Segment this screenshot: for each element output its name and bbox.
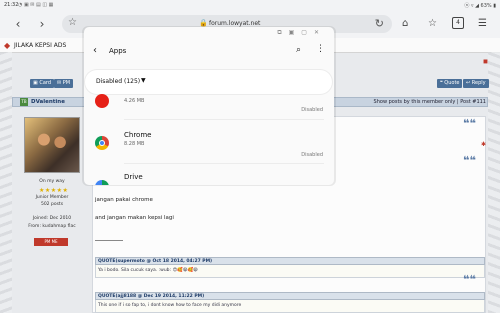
- notification-icons: ◔ ▣ ✉ ▤ ◫ ▦: [18, 2, 54, 8]
- quote-header: QUOTE(supermoto @ Oct 18 2014, 04:27 PM): [95, 257, 485, 265]
- app-status: Disabled: [301, 152, 323, 158]
- avatar[interactable]: [24, 117, 80, 173]
- background-pattern-left: [0, 52, 12, 313]
- reply-label: Reply: [471, 80, 486, 86]
- bookmark-star-icon[interactable]: ☆: [68, 17, 77, 28]
- multiquote-icon[interactable]: ❝❝: [463, 117, 476, 130]
- popup-header: ‹ Apps ⌕ ⋮: [84, 40, 334, 64]
- popup-title: Apps: [109, 47, 127, 55]
- background-pattern-right: [488, 52, 500, 313]
- card-label: Card: [39, 80, 52, 86]
- reply-button[interactable]: ↩ Reply: [463, 79, 489, 88]
- tab-switcher-button[interactable]: 4: [452, 17, 464, 29]
- post-report-icon[interactable]: ✱: [481, 141, 486, 148]
- window-controls[interactable]: ⧉▣▢✕: [277, 29, 326, 37]
- more-options-icon[interactable]: ⋮: [316, 44, 325, 54]
- status-bar: 21:32 ◔ ▣ ✉ ▤ ◫ ▦ ⓝ ▿ ◢ 63% ▮: [0, 0, 500, 10]
- quote-content: Ya i bodo. Sila cucuk saya. :wub: 😍🥰😁🥰😁: [95, 265, 485, 278]
- user-post-count: 502 posts: [40, 202, 64, 207]
- quote-content-2: This one if i so fap to, i dont know how…: [95, 300, 485, 313]
- status-time: 21:32: [4, 2, 19, 8]
- reload-icon[interactable]: ↻: [375, 17, 384, 30]
- app-name: Drive: [124, 173, 143, 181]
- youtube-app-icon: [95, 94, 109, 108]
- divider: [124, 119, 324, 120]
- drive-app-icon: [95, 180, 109, 185]
- user-rank: Junior Member: [35, 195, 69, 200]
- quote-label: Quote: [444, 80, 460, 86]
- show-posts-link[interactable]: Show posts by this member only | Post #1…: [374, 99, 486, 105]
- bookmarks-icon[interactable]: ☆: [428, 18, 437, 29]
- user-joined: Joined: Dec 2010: [32, 216, 72, 221]
- quote-button[interactable]: ❝ Quote: [437, 79, 463, 88]
- apps-popup: ⧉▣▢✕ ‹ Apps ⌕ ⋮ Disabled (125) ▼ 4.26 MB…: [84, 27, 334, 185]
- multiquote-icon-2[interactable]: ❝❝: [463, 154, 476, 167]
- quote-header-2: QUOTE(ajj8188 @ Dec 19 2014, 11:22 PM): [95, 292, 485, 300]
- report-icon[interactable]: ◼: [483, 58, 488, 65]
- site-logo-icon[interactable]: ◆: [4, 41, 10, 50]
- filter-label: Disabled (125): [96, 78, 141, 85]
- app-size: 8.28 MB: [124, 141, 145, 147]
- post-line-2: and jangan makan kepsi lagi: [95, 215, 174, 221]
- user-status: On my way: [39, 179, 65, 184]
- username-link[interactable]: DValentine: [31, 99, 65, 105]
- menu-icon[interactable]: ☰: [478, 18, 487, 29]
- app-size: 4.26 MB: [124, 98, 145, 104]
- caret-down-icon: ▼: [141, 77, 146, 84]
- card-button[interactable]: ▣ Card: [30, 79, 55, 88]
- forward-icon[interactable]: ›: [34, 16, 50, 32]
- pm-button[interactable]: ✉ PM: [54, 79, 74, 88]
- chrome-app-icon: [95, 136, 109, 150]
- search-icon[interactable]: ⌕: [296, 45, 301, 55]
- system-status-icons: ⓝ ▿ ◢ 63% ▮: [464, 3, 496, 9]
- pm-label: PM: [62, 80, 71, 86]
- divider: [124, 163, 324, 164]
- app-row-chrome[interactable]: Chrome 8.28 MB Disabled: [84, 127, 334, 158]
- user-badge: TB: [20, 98, 28, 106]
- app-name: Chrome: [124, 131, 152, 139]
- multiquote-icon-3[interactable]: ❝❝: [463, 273, 476, 286]
- home-icon[interactable]: ⌂: [402, 18, 408, 29]
- user-location: From: kudahmap flac: [28, 224, 76, 229]
- back-arrow-icon[interactable]: ‹: [93, 45, 97, 56]
- pm-me-badge[interactable]: PM ME: [34, 238, 68, 246]
- app-status: Disabled: [301, 107, 323, 113]
- site-title[interactable]: JILAKA KEPSI ADS: [14, 42, 66, 49]
- signature-divider: [95, 240, 123, 241]
- post-line-1: jangan pakai chrome: [95, 197, 153, 203]
- app-row[interactable]: 4.26 MB Disabled: [84, 94, 334, 127]
- app-row-drive[interactable]: Drive: [84, 170, 334, 185]
- rank-stars: ★★★★★: [39, 187, 69, 194]
- back-icon[interactable]: ‹: [10, 16, 26, 32]
- filter-dropdown[interactable]: Disabled (125) ▼: [85, 70, 332, 94]
